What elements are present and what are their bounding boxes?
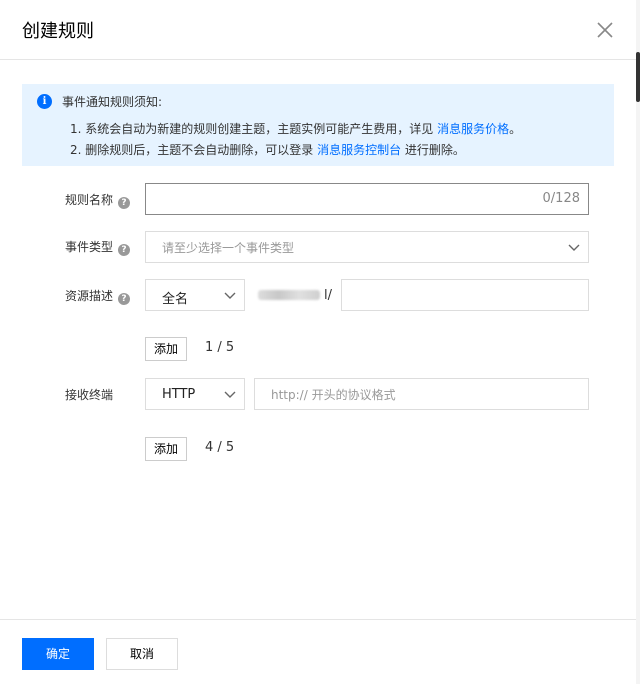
rule-name-label-text: 规则名称: [65, 193, 114, 207]
resource-count: 1 / 5: [205, 340, 235, 355]
endpoint-count: 4 / 5: [205, 440, 235, 455]
rule-name-counter: 0/128: [542, 191, 580, 206]
rule-name-label: 规则名称?: [65, 191, 131, 209]
resource-match-select[interactable]: 全名: [145, 279, 245, 311]
console-link[interactable]: 消息服务控制台: [317, 143, 401, 157]
notice-title: 事件通知规则须知:: [62, 95, 163, 109]
notice-line-1-end: 。: [509, 122, 522, 136]
add-resource-button[interactable]: 添加: [145, 337, 187, 361]
help-icon[interactable]: ?: [118, 293, 131, 305]
resource-prefix-slash: l/: [324, 288, 332, 303]
chevron-down-icon: [568, 244, 580, 251]
endpoint-label: 接收终端: [65, 388, 114, 402]
endpoint-input[interactable]: http:// 开头的协议格式: [254, 378, 589, 410]
event-type-placeholder: 请至少选择一个事件类型: [162, 241, 295, 255]
resource-label-text: 资源描述: [65, 289, 114, 303]
notice-line-2-end: 进行删除。: [401, 143, 465, 157]
close-icon: [597, 22, 613, 38]
resource-label: 资源描述?: [65, 287, 131, 305]
notice-box: i 事件通知规则须知: 1. 系统会自动为新建的规则创建主题，主题实例可能产生费…: [22, 84, 614, 166]
endpoint-placeholder: http:// 开头的协议格式: [271, 388, 396, 402]
notice-line-1: 1. 系统会自动为新建的规则创建主题，主题实例可能产生费用，详见 消息服务价格。: [70, 120, 521, 137]
event-type-select[interactable]: 请至少选择一个事件类型: [145, 231, 589, 263]
help-icon[interactable]: ?: [118, 197, 131, 209]
resource-prefix: l/: [258, 288, 332, 303]
help-icon[interactable]: ?: [118, 244, 131, 256]
confirm-button[interactable]: 确定: [22, 638, 94, 670]
dialog-title: 创建规则: [22, 21, 94, 42]
chevron-down-icon: [224, 292, 236, 299]
close-button[interactable]: [594, 19, 616, 41]
notice-line-2-text: 2. 删除规则后，主题不会自动删除，可以登录: [70, 143, 318, 157]
dialog-footer: 确定 取消: [0, 619, 636, 684]
pricing-link[interactable]: 消息服务价格: [437, 122, 509, 136]
scrollbar-thumb[interactable]: [636, 52, 640, 102]
event-type-label-text: 事件类型: [65, 240, 114, 254]
protocol-value: HTTP: [162, 387, 196, 402]
scrollbar[interactable]: [636, 0, 640, 684]
protocol-select[interactable]: HTTP: [145, 378, 245, 410]
cancel-button[interactable]: 取消: [106, 638, 178, 670]
rule-name-input[interactable]: 0/128: [145, 183, 589, 215]
notice-line-2: 2. 删除规则后，主题不会自动删除，可以登录 消息服务控制台 进行删除。: [70, 141, 465, 158]
add-endpoint-button[interactable]: 添加: [145, 437, 187, 461]
resource-match-value: 全名: [162, 292, 189, 307]
dialog-header: 创建规则: [0, 0, 636, 60]
create-rule-dialog: 创建规则 i 事件通知规则须知: 1. 系统会自动为新建的规则创建主题，主题实例…: [0, 0, 636, 684]
event-type-label: 事件类型?: [65, 238, 131, 256]
notice-line-1-text: 1. 系统会自动为新建的规则创建主题，主题实例可能产生费用，详见: [70, 122, 438, 136]
info-icon: i: [37, 94, 52, 109]
chevron-down-icon: [224, 391, 236, 398]
resource-input[interactable]: [341, 279, 589, 311]
redacted-prefix: [258, 290, 320, 300]
